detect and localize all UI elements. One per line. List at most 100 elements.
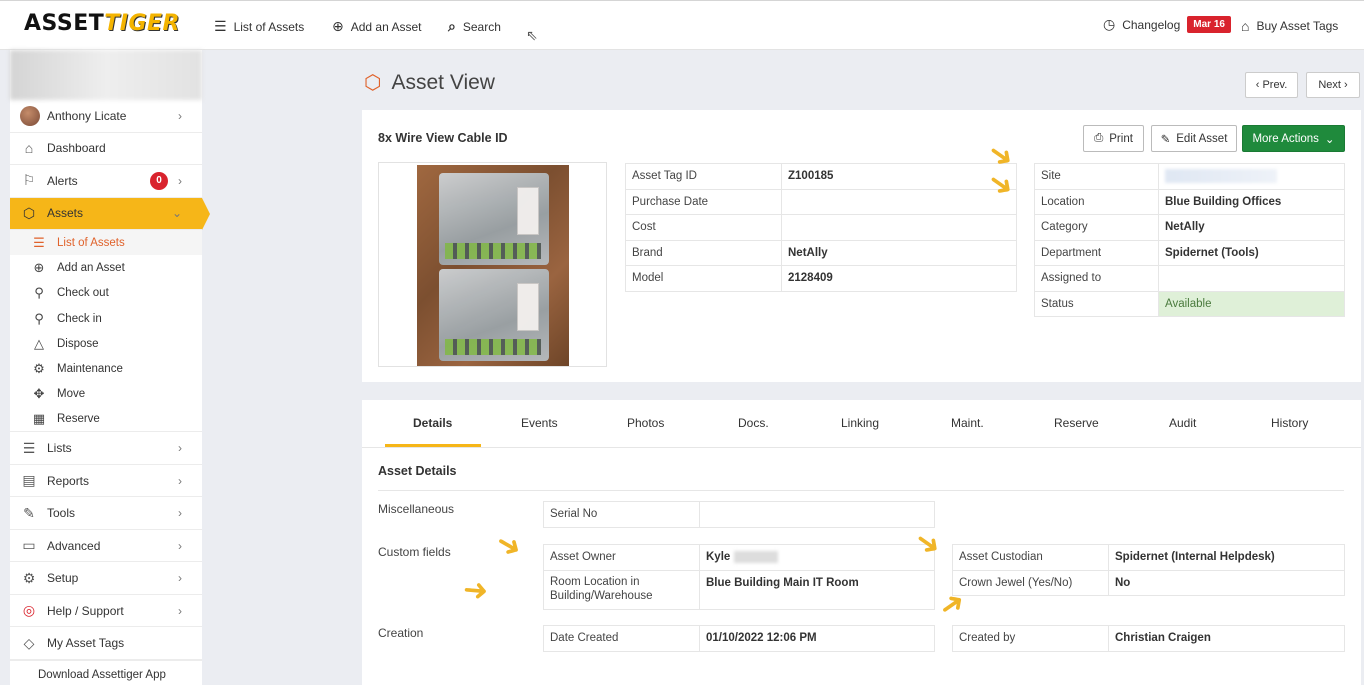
sidebar-item-dashboard[interactable]: ⌂ Dashboard: [10, 133, 202, 165]
assigned-to-label: Assigned to: [1034, 265, 1159, 292]
more-actions-button[interactable]: More Actions ⌄: [1242, 125, 1345, 152]
department-value: Spidernet (Tools): [1158, 239, 1345, 266]
sidebar-item-reports[interactable]: ▤ Reports ›: [10, 465, 202, 498]
prev-button[interactable]: ‹ Prev.: [1245, 72, 1298, 98]
sidebar-item-advanced[interactable]: ▭ Advanced ›: [10, 530, 202, 563]
download-app-link[interactable]: Download Assettiger App: [10, 659, 202, 685]
sidebar-item-label: Tools: [47, 506, 76, 521]
brand-value: NetAlly: [781, 239, 1017, 266]
nav-changelog[interactable]: ◷ Changelog Mar 16: [1103, 16, 1231, 33]
plus-circle-icon: ⊕: [332, 18, 344, 34]
sidebar-item-label: Advanced: [47, 538, 101, 553]
chevron-right-icon: ›: [178, 603, 182, 618]
sidebar-sub-label: List of Assets: [57, 236, 125, 249]
edit-asset-label: Edit Asset: [1176, 132, 1228, 145]
wrench-icon: ✎: [23, 504, 35, 521]
table-row: Date Created 01/10/2022 12:06 PM: [543, 625, 935, 652]
logo-text-tiger: TIGER: [104, 11, 180, 36]
next-button[interactable]: Next ›: [1306, 72, 1360, 98]
table-row: Asset Custodian Spidernet (Internal Help…: [952, 544, 1345, 571]
mouse-cursor-icon: ⇖: [526, 27, 538, 43]
table-row: Category NetAlly: [1034, 214, 1345, 241]
asset-info-table-left: Asset Tag ID Z100185 Purchase Date Cost …: [625, 163, 1017, 292]
custom-fields-label: Custom fields: [378, 545, 451, 559]
sidebar-sub-check-out[interactable]: ⚲ Check out: [10, 281, 202, 306]
sidebar-item-lists[interactable]: ☰ Lists ›: [10, 432, 202, 465]
tab-reserve[interactable]: Reserve: [1054, 416, 1099, 430]
sidebar-item-tools[interactable]: ✎ Tools ›: [10, 497, 202, 530]
sidebar-sub-add-an-asset[interactable]: ⊕ Add an Asset: [10, 255, 202, 280]
nav-list-of-assets[interactable]: ☰ List of Assets: [214, 18, 304, 35]
edit-asset-button[interactable]: ✎ Edit Asset: [1151, 125, 1237, 152]
chevron-right-icon: ›: [178, 571, 182, 586]
table-row: Model 2128409: [625, 265, 1017, 292]
print-button[interactable]: ⎙ Print: [1083, 125, 1144, 152]
sidebar-item-user[interactable]: Anthony Licate ›: [10, 100, 202, 133]
chevron-right-icon: ›: [178, 108, 182, 123]
changelog-date-badge: Mar 16: [1187, 16, 1231, 33]
nav-changelog-label: Changelog: [1122, 17, 1181, 32]
logo[interactable]: ASSETTIGER: [24, 11, 180, 36]
asset-custodian-label: Asset Custodian: [952, 544, 1109, 571]
nav-search[interactable]: ⌕ Search: [448, 18, 501, 35]
sidebar-sub-maintenance[interactable]: ⚙ Maintenance: [10, 356, 202, 381]
table-row: Asset Tag ID Z100185: [625, 163, 1017, 190]
chevron-down-icon: ⌄: [171, 206, 182, 221]
chevron-right-icon: ›: [178, 473, 182, 488]
room-location-label: Room Location in Building/Warehouse: [543, 569, 700, 610]
tab-linking[interactable]: Linking: [841, 416, 879, 430]
sidebar-item-setup[interactable]: ⚙ Setup ›: [10, 562, 202, 595]
list-icon: ☰: [33, 234, 45, 250]
nav-add-an-asset[interactable]: ⊕ Add an Asset: [332, 18, 421, 35]
nav-search-label: Search: [462, 19, 501, 34]
department-label: Department: [1034, 239, 1159, 266]
sidebar-sub-check-in[interactable]: ⚲ Check in: [10, 306, 202, 331]
sidebar-sub-move[interactable]: ✥ Move: [10, 382, 202, 407]
tab-docs[interactable]: Docs.: [738, 416, 769, 430]
cube-icon: ⬡: [22, 204, 36, 221]
creation-table-left: Date Created 01/10/2022 12:06 PM: [543, 625, 935, 652]
table-row: Department Spidernet (Tools): [1034, 239, 1345, 266]
sidebar-item-label: Setup: [47, 571, 79, 586]
sidebar-sub-reserve[interactable]: ▦ Reserve: [10, 407, 202, 433]
sidebar-item-assets[interactable]: ⬡ Assets ⌄: [10, 197, 210, 230]
miscellaneous-label: Miscellaneous: [378, 502, 455, 516]
flag-icon: ⚐: [22, 172, 36, 189]
assigned-to-value: [1158, 265, 1345, 292]
sidebar-item-label: Assets: [47, 206, 84, 221]
top-bar: ASSETTIGER ☰ List of Assets ⊕ Add an Ass…: [0, 0, 1364, 50]
tab-events[interactable]: Events: [521, 416, 558, 430]
purchase-date-label: Purchase Date: [625, 188, 782, 215]
tab-details[interactable]: Details: [413, 416, 452, 430]
asset-owner-value: Kyle: [699, 544, 935, 571]
check-out-icon: ⚲: [34, 285, 44, 301]
sidebar-item-label: Dashboard: [47, 141, 106, 156]
model-label: Model: [625, 265, 782, 292]
download-app-label: Download Assettiger App: [38, 669, 166, 682]
sidebar-item-my-asset-tags[interactable]: ◇ My Asset Tags: [10, 627, 202, 660]
serial-no-value: [699, 501, 935, 528]
pencil-icon: ✎: [1160, 133, 1171, 146]
tab-audit[interactable]: Audit: [1169, 416, 1196, 430]
asset-details-title: Asset Details: [378, 464, 457, 478]
sidebar-sub-list-of-assets[interactable]: ☰ List of Assets: [10, 230, 202, 256]
sidebar: Anthony Licate › ⌂ Dashboard ⚐ Alerts 0 …: [10, 50, 210, 685]
nav-buy-asset-tags[interactable]: ⌂ Buy Asset Tags: [1241, 18, 1338, 34]
sidebar-item-label: Lists: [47, 441, 72, 456]
nav-buy-asset-tags-label: Buy Asset Tags: [1256, 19, 1339, 33]
gear-icon: ⚙: [22, 569, 36, 586]
briefcase-icon: ▭: [22, 537, 36, 554]
tab-maint[interactable]: Maint.: [951, 416, 984, 430]
asset-photo[interactable]: [417, 165, 569, 366]
sidebar-item-help-support[interactable]: ◎ Help / Support ›: [10, 595, 202, 628]
tab-history[interactable]: History: [1271, 416, 1308, 430]
sidebar-sub-label: Check in: [57, 312, 102, 325]
status-label: Status: [1034, 290, 1159, 317]
sidebar-sub-label: Dispose: [57, 337, 99, 350]
chevron-down-icon: ⌄: [1324, 133, 1335, 146]
calendar-icon: ▦: [32, 411, 46, 427]
sidebar-item-alerts[interactable]: ⚐ Alerts 0 ›: [10, 165, 202, 198]
sidebar-sub-dispose[interactable]: △ Dispose: [10, 331, 202, 356]
tab-photos[interactable]: Photos: [627, 416, 664, 430]
chevron-right-icon: ›: [178, 538, 182, 553]
